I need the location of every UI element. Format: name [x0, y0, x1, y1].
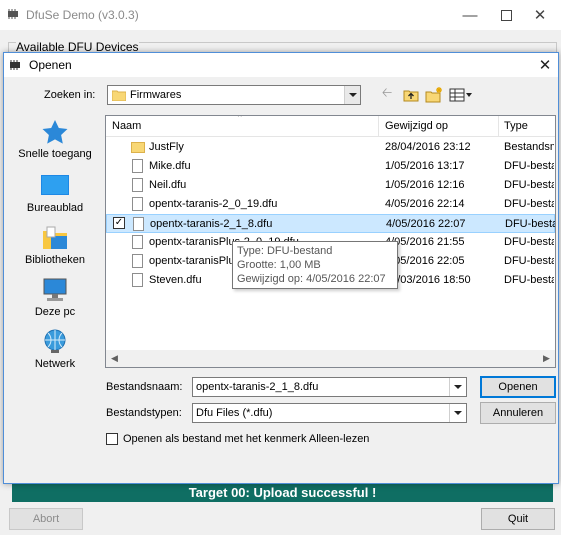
- filetype-label: Bestandstypen:: [106, 407, 182, 419]
- dialog-title: Openen: [29, 58, 72, 72]
- file-icon: [132, 235, 143, 249]
- file-name: opentx-taranis-2_0_19.dfu: [149, 198, 278, 210]
- file-row[interactable]: opentx-taranis-2_0_19.dfu 4/05/2016 22:1…: [106, 195, 555, 214]
- place-label: Netwerk: [34, 358, 76, 370]
- filetype-dropdown[interactable]: Dfu Files (*.dfu): [192, 403, 467, 423]
- filetype-value: Dfu Files (*.dfu): [196, 407, 273, 419]
- column-separator[interactable]: [498, 116, 499, 136]
- readonly-label[interactable]: Openen als bestand met het kenmerk Allee…: [123, 433, 369, 445]
- chevron-down-icon[interactable]: [344, 86, 360, 104]
- tooltip-modified: Gewijzigd op: 4/05/2016 22:07: [237, 273, 386, 285]
- file-icon: [132, 178, 143, 192]
- file-row[interactable]: Mike.dfu 1/05/2016 13:17 DFU-besta: [106, 157, 555, 176]
- horizontal-scrollbar[interactable]: ◀ ▶: [106, 350, 555, 367]
- tooltip-size: Grootte: 1,00 MB: [237, 259, 321, 271]
- network-icon: [41, 329, 69, 355]
- tooltip-type: Type: DFU-bestand: [237, 245, 333, 257]
- row-checkbox[interactable]: ✓: [113, 217, 125, 229]
- file-info-tooltip: Type: DFU-bestand Grootte: 1,00 MB Gewij…: [232, 241, 398, 289]
- file-icon: [132, 254, 143, 268]
- place-desktop[interactable]: Bureaublad: [12, 173, 98, 214]
- place-network[interactable]: Netwerk: [12, 329, 98, 370]
- file-type: DFU-besta: [504, 198, 554, 210]
- file-icon: [132, 273, 143, 287]
- open-file-dialog: Openen ✕ Zoeken in: Firmwares 🡠 Snelle t…: [3, 52, 559, 484]
- column-header-row: Naam ⌃ Gewijzigd op Type: [106, 116, 555, 137]
- file-name: opentx-taranis-2_1_8.dfu: [150, 218, 273, 230]
- file-modified: 4/05/2016 22:14: [385, 198, 465, 210]
- maximize-icon[interactable]: [488, 0, 524, 30]
- computer-icon: [41, 277, 69, 303]
- file-name: JustFly: [149, 141, 184, 153]
- place-label: Bibliotheken: [25, 254, 85, 266]
- scroll-left-icon[interactable]: ◀: [106, 350, 123, 367]
- look-in-value: Firmwares: [130, 89, 182, 101]
- libraries-icon: [41, 225, 69, 251]
- chip-icon: [10, 60, 20, 70]
- place-label: Snelle toegang: [18, 148, 92, 160]
- folder-icon: [131, 142, 145, 153]
- file-type: DFU-besta: [504, 236, 554, 248]
- file-name: Steven.dfu: [149, 274, 202, 286]
- main-close-icon[interactable]: ✕: [522, 0, 558, 30]
- place-quick-access[interactable]: Snelle toegang: [12, 119, 98, 160]
- column-type[interactable]: Type: [504, 120, 528, 132]
- place-label: Bureaublad: [26, 202, 84, 214]
- column-separator[interactable]: [378, 116, 379, 136]
- file-type: DFU-besta: [505, 218, 555, 230]
- quit-button[interactable]: Quit: [481, 508, 555, 530]
- file-type: DFU-besta: [504, 160, 554, 172]
- readonly-checkbox[interactable]: [106, 433, 118, 445]
- file-type: DFU-besta: [504, 179, 554, 191]
- file-icon: [133, 217, 144, 231]
- file-name: Neil.dfu: [149, 179, 187, 191]
- scroll-right-icon[interactable]: ▶: [538, 350, 555, 367]
- file-modified: 4/05/2016 22:07: [386, 218, 466, 230]
- column-name[interactable]: Naam: [112, 120, 141, 132]
- place-this-pc[interactable]: Deze pc: [12, 277, 98, 318]
- look-in-label: Zoeken in:: [44, 89, 96, 101]
- back-arrow-icon[interactable]: 🡠: [379, 85, 395, 104]
- star-icon: [41, 119, 69, 145]
- file-modified: 1/05/2016 12:16: [385, 179, 465, 191]
- main-titlebar: DfuSe Demo (v3.0.3) — ✕: [0, 0, 561, 30]
- abort-button[interactable]: Abort: [9, 508, 83, 530]
- open-button[interactable]: Openen: [480, 376, 556, 398]
- file-modified: 1/05/2016 13:17: [385, 160, 465, 172]
- file-icon: [132, 159, 143, 173]
- chevron-down-icon[interactable]: [449, 378, 466, 396]
- status-bar: Target 00: Upload successful !: [12, 484, 553, 502]
- look-in-dropdown[interactable]: Firmwares: [107, 85, 361, 105]
- file-name: Mike.dfu: [149, 160, 191, 172]
- dialog-close-icon[interactable]: ✕: [534, 55, 556, 75]
- file-icon: [132, 197, 143, 211]
- dialog-titlebar: Openen ✕: [4, 53, 558, 77]
- minimize-icon[interactable]: —: [452, 0, 488, 30]
- view-menu-icon[interactable]: [448, 86, 474, 104]
- file-row-selected[interactable]: ✓ opentx-taranis-2_1_8.dfu 4/05/2016 22:…: [106, 214, 555, 233]
- file-type: DFU-besta: [504, 255, 554, 267]
- new-folder-icon[interactable]: [424, 86, 444, 104]
- sort-up-icon: ⌃: [236, 115, 244, 123]
- folder-icon: [112, 90, 126, 101]
- file-modified: 28/04/2016 23:12: [385, 141, 471, 153]
- chevron-down-icon[interactable]: [449, 404, 466, 422]
- filename-label: Bestandsnaam:: [106, 381, 183, 393]
- place-libraries[interactable]: Bibliotheken: [12, 225, 98, 266]
- file-row[interactable]: JustFly 28/04/2016 23:12 Bestandsm: [106, 138, 555, 157]
- filename-value: opentx-taranis-2_1_8.dfu: [196, 381, 319, 393]
- column-modified[interactable]: Gewijzigd op: [385, 120, 448, 132]
- filename-input[interactable]: opentx-taranis-2_1_8.dfu: [192, 377, 467, 397]
- file-type: Bestandsm: [504, 141, 554, 153]
- up-folder-icon[interactable]: [402, 86, 420, 104]
- place-label: Deze pc: [34, 306, 76, 318]
- desktop-icon: [41, 173, 69, 199]
- cancel-button[interactable]: Annuleren: [480, 402, 556, 424]
- main-window-title: DfuSe Demo (v3.0.3): [26, 8, 139, 22]
- chip-icon: [8, 9, 18, 19]
- file-type: DFU-besta: [504, 274, 554, 286]
- file-row[interactable]: Neil.dfu 1/05/2016 12:16 DFU-besta: [106, 176, 555, 195]
